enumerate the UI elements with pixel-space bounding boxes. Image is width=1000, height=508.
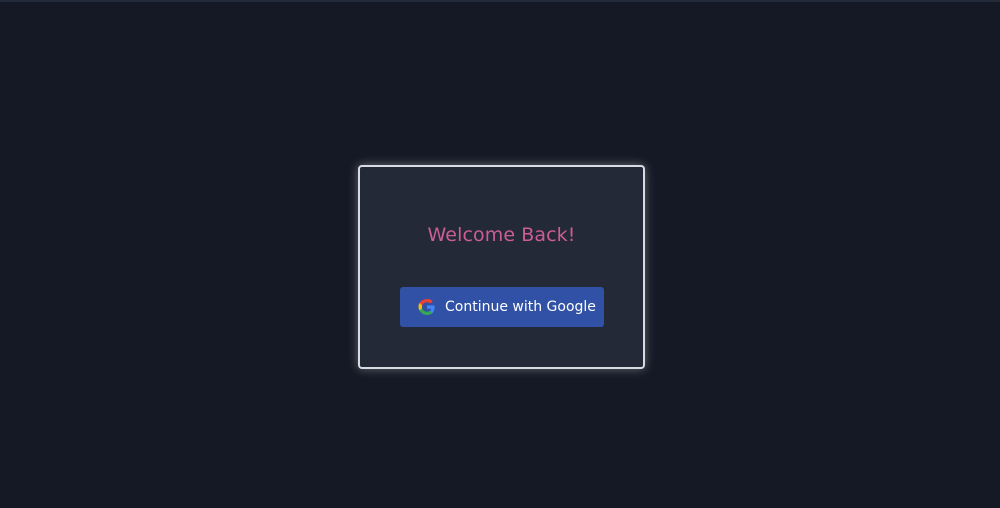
welcome-heading: Welcome Back! (427, 224, 576, 246)
continue-with-google-button[interactable]: Continue with Google (400, 287, 604, 327)
google-button-label: Continue with Google (445, 299, 596, 315)
google-icon (417, 297, 437, 317)
top-border (0, 0, 1000, 2)
login-card: Welcome Back! Continue with Google (358, 165, 645, 369)
